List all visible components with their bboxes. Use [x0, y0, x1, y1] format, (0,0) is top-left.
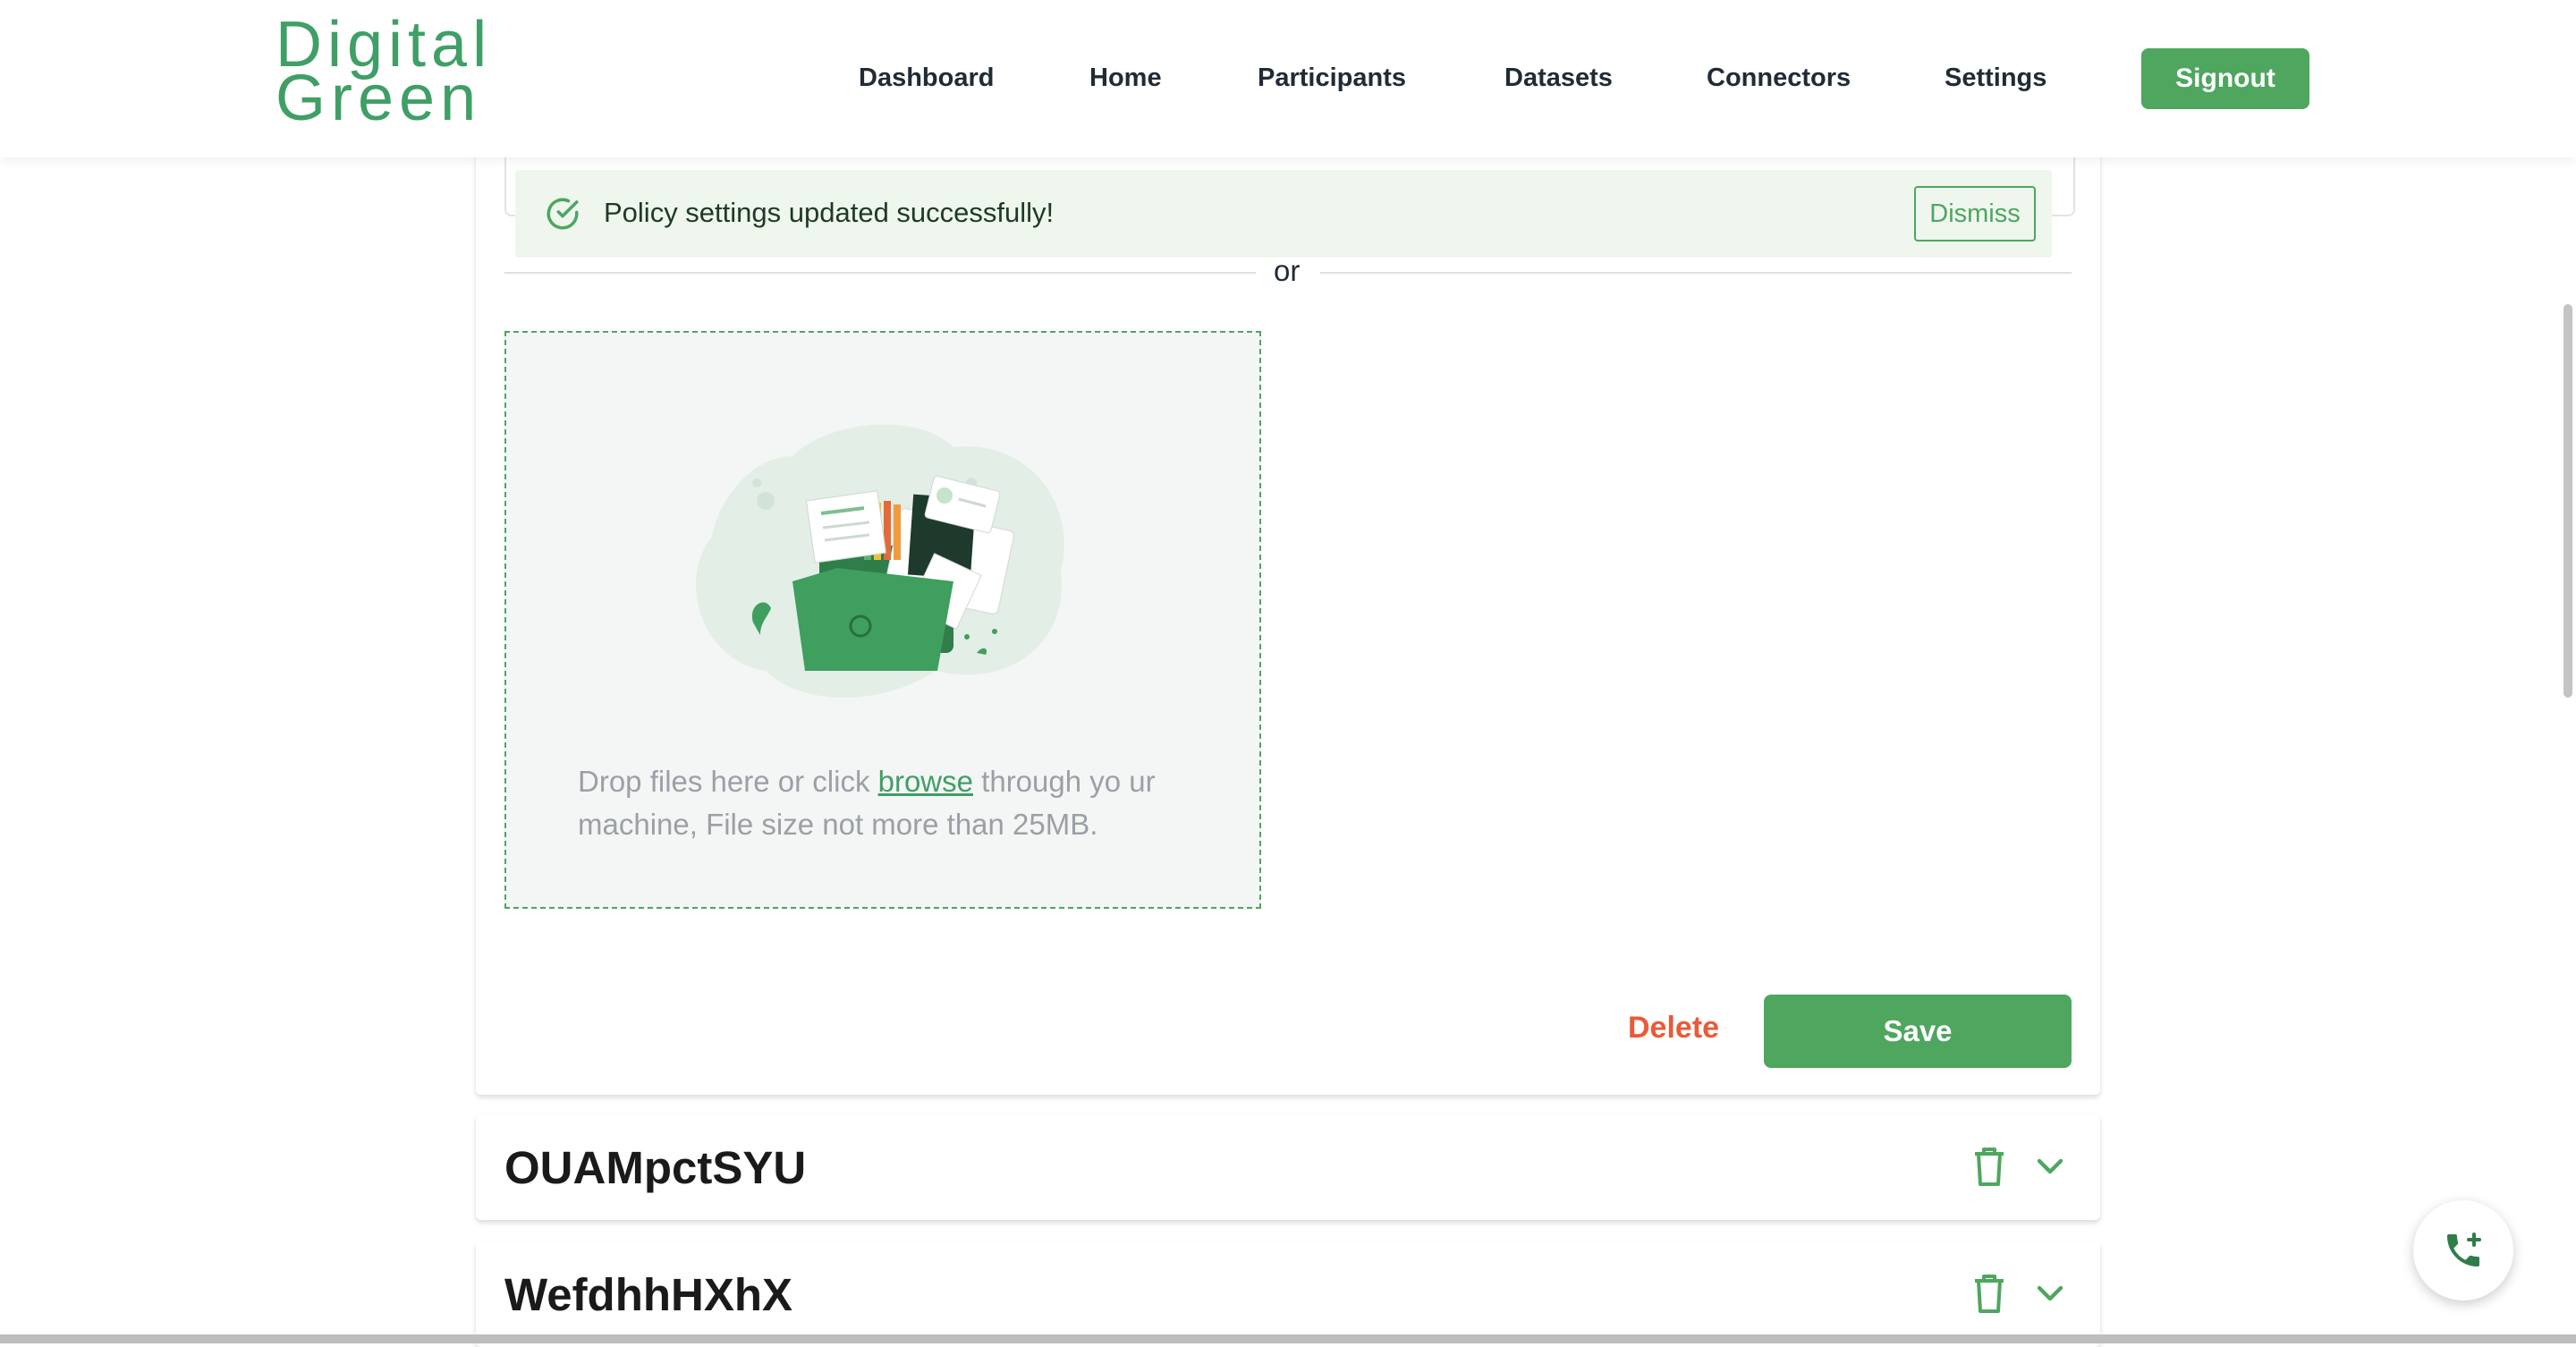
browse-link[interactable]: browse: [878, 765, 973, 798]
file-dropzone[interactable]: Drop files here or click browse through …: [504, 331, 1261, 909]
divider-left: [504, 272, 1256, 274]
dismiss-button[interactable]: Dismiss: [1914, 186, 2036, 241]
success-alert: Policy settings updated successfully! Di…: [515, 170, 2052, 258]
delete-button[interactable]: Delete: [1628, 1011, 1719, 1046]
nav-connectors[interactable]: Connectors: [1707, 64, 1851, 93]
dataset-row-title: OUAMpctSYU: [504, 1142, 807, 1193]
folder-upload-illustration: [696, 424, 1064, 698]
signout-button[interactable]: Signout: [2141, 48, 2309, 109]
save-button[interactable]: Save: [1764, 995, 2072, 1068]
logo-line-2: Green: [275, 63, 482, 134]
phone-add-icon: [2447, 1233, 2481, 1267]
nav-settings[interactable]: Settings: [1945, 64, 2046, 93]
dropzone-instructions: Drop files here or click browse through …: [578, 760, 1204, 846]
dataset-row[interactable]: WefdhhHXhX: [476, 1241, 2100, 1347]
top-navbar: Digital Green Dashboard Home Participant…: [0, 0, 2576, 157]
contact-call-button[interactable]: [2413, 1200, 2513, 1300]
nav-datasets[interactable]: Datasets: [1504, 64, 1613, 93]
horizontal-scrollbar[interactable]: [0, 1334, 2576, 1343]
dropzone-text-before: Drop files here or click: [578, 765, 878, 798]
digital-green-logo[interactable]: Digital Green: [275, 13, 492, 134]
nav-home[interactable]: Home: [1089, 64, 1162, 93]
alert-message: Policy settings updated successfully!: [604, 197, 1055, 228]
dataset-row-title: WefdhhHXhX: [504, 1269, 793, 1320]
vertical-scrollbar[interactable]: [2563, 304, 2572, 698]
nav-dashboard[interactable]: Dashboard: [859, 64, 994, 93]
divider-or-text: or: [1274, 254, 1301, 287]
divider-right: [1320, 272, 2072, 274]
dataset-row[interactable]: OUAMpctSYU: [476, 1114, 2100, 1220]
nav-participants[interactable]: Participants: [1258, 64, 1406, 93]
chevron-down-icon[interactable]: [2036, 1156, 2064, 1177]
trash-icon[interactable]: [1971, 1147, 2007, 1186]
trash-icon[interactable]: [1971, 1274, 2007, 1313]
chevron-down-icon[interactable]: [2036, 1283, 2064, 1304]
check-circle-icon: [547, 198, 579, 230]
